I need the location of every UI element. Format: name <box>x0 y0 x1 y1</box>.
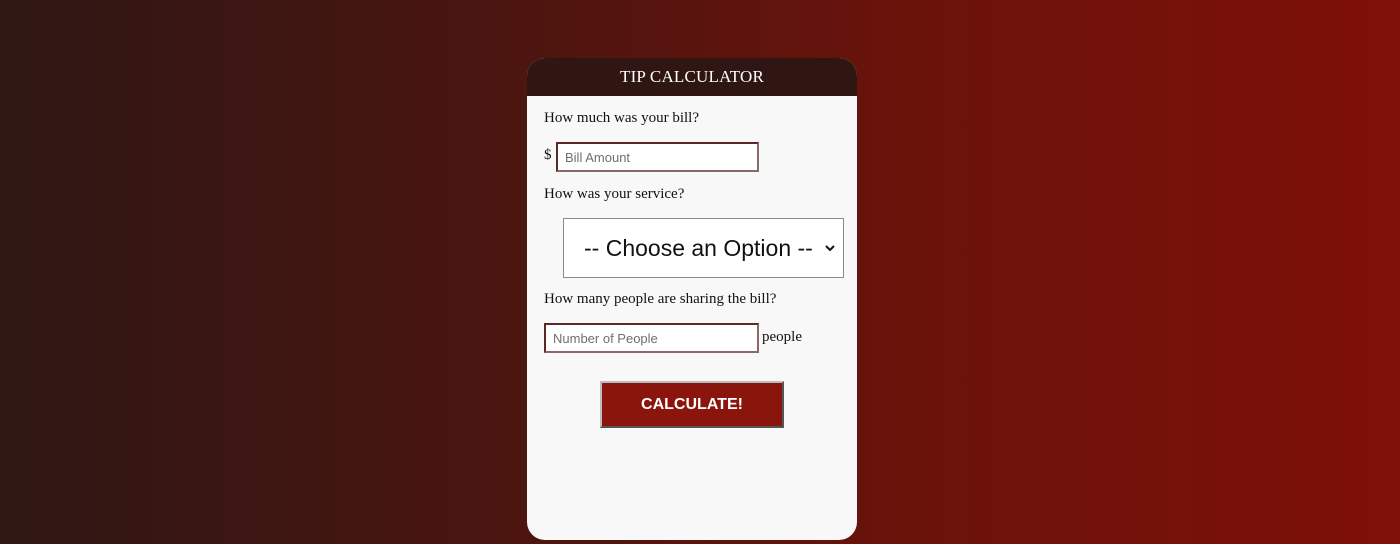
people-question-label: How many people are sharing the bill? <box>544 291 777 307</box>
calculate-button[interactable]: CALCULATE! <box>600 381 784 428</box>
currency-symbol: $ <box>544 147 552 163</box>
service-select[interactable]: -- Choose an Option -- <box>563 218 844 278</box>
service-select-value: -- Choose an Option -- <box>584 234 813 261</box>
card-title: TIP CALCULATOR <box>527 58 857 96</box>
people-suffix-label: people <box>762 329 802 345</box>
bill-amount-input[interactable] <box>556 142 759 172</box>
bill-question-label: How much was your bill? <box>544 110 699 126</box>
number-of-people-input[interactable] <box>544 323 759 353</box>
chevron-down-icon <box>825 243 835 253</box>
service-question-label: How was your service? <box>544 186 685 202</box>
tip-calculator-card: TIP CALCULATOR How much was your bill? $… <box>527 58 857 540</box>
